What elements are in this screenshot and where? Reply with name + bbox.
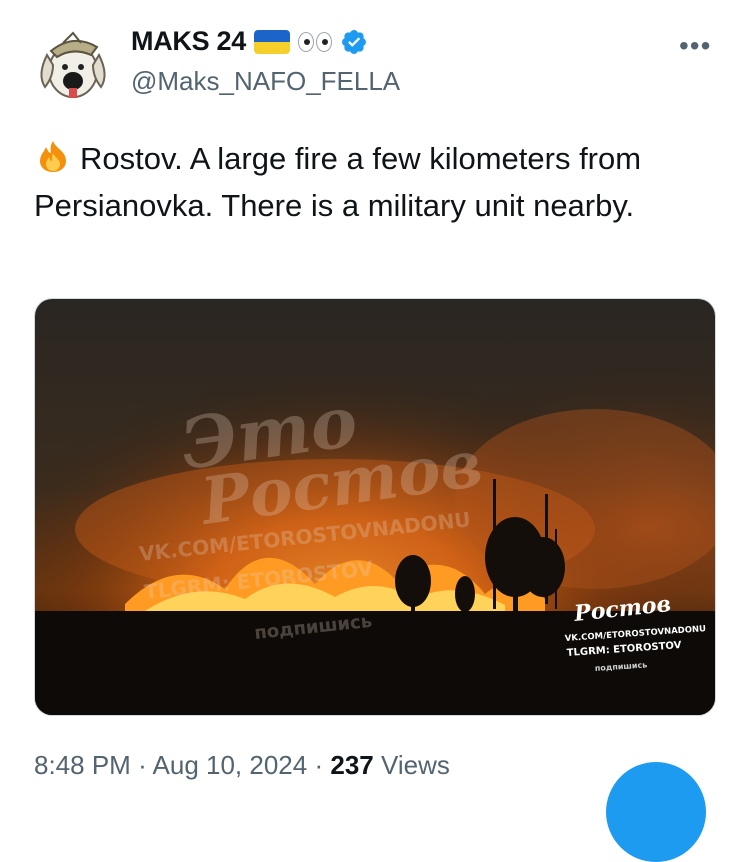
eyes-emoji-icon — [297, 31, 332, 52]
tweet-time[interactable]: 8:48 PM — [34, 750, 131, 780]
tweet-media[interactable]: Это Ростов VK.COM/ETOROSTOVNADONU TLGRM:… — [34, 298, 716, 716]
avatar[interactable] — [33, 25, 113, 105]
tweet-meta: 8:48 PM · Aug 10, 2024 · 237 Views — [34, 750, 450, 781]
author-handle[interactable]: @Maks_NAFO_FELLA — [131, 66, 400, 97]
meta-separator: · — [314, 750, 324, 780]
views-label: Views — [381, 750, 450, 780]
ukraine-flag-icon — [253, 29, 290, 54]
fire-emoji-icon — [40, 141, 66, 172]
more-icon[interactable]: ••• — [679, 30, 711, 62]
views-count: 237 — [330, 750, 374, 780]
author-name-row[interactable]: MAKS 24 — [131, 26, 368, 57]
tweet-text: Rostov. A large fire a few kilometers fr… — [34, 141, 642, 223]
author-display-name[interactable]: MAKS 24 — [131, 26, 246, 57]
compose-button[interactable] — [606, 762, 706, 862]
tweet-date[interactable]: Aug 10, 2024 — [153, 750, 308, 780]
meta-separator: · — [138, 750, 147, 780]
fire-photo: Это Ростов VK.COM/ETOROSTOVNADONU TLGRM:… — [35, 299, 715, 715]
verified-badge-icon[interactable] — [340, 28, 368, 56]
avatar-image — [33, 25, 113, 105]
tweet-text-block: Rostov. A large fire a few kilometers fr… — [34, 135, 724, 229]
